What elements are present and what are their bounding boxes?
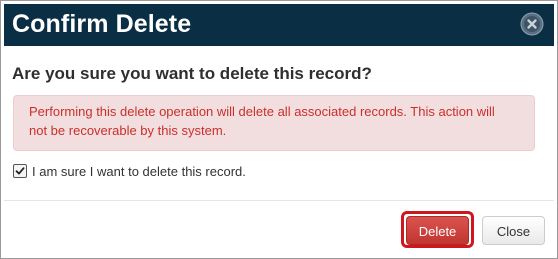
close-button[interactable]: Close <box>482 216 545 245</box>
dialog-body: Are you sure you want to delete this rec… <box>4 46 554 199</box>
confirm-question: Are you sure you want to delete this rec… <box>12 64 372 83</box>
close-circle-icon[interactable] <box>520 12 544 36</box>
warning-alert-text: Performing this delete operation will de… <box>29 104 495 138</box>
confirm-delete-dialog: Confirm Delete Are you sure you want to … <box>0 0 558 259</box>
confirm-checkbox-row[interactable]: I am sure I want to delete this record. <box>13 163 246 179</box>
confirm-checkbox[interactable] <box>13 164 27 178</box>
delete-button[interactable]: Delete <box>406 216 469 245</box>
warning-alert: Performing this delete operation will de… <box>13 95 535 151</box>
dialog-title: Confirm Delete <box>12 10 192 38</box>
confirm-checkbox-label[interactable]: I am sure I want to delete this record. <box>32 164 246 179</box>
dialog-header: Confirm Delete <box>4 4 554 46</box>
dialog-footer: Delete Close <box>4 200 554 257</box>
checkmark-icon <box>15 167 25 175</box>
